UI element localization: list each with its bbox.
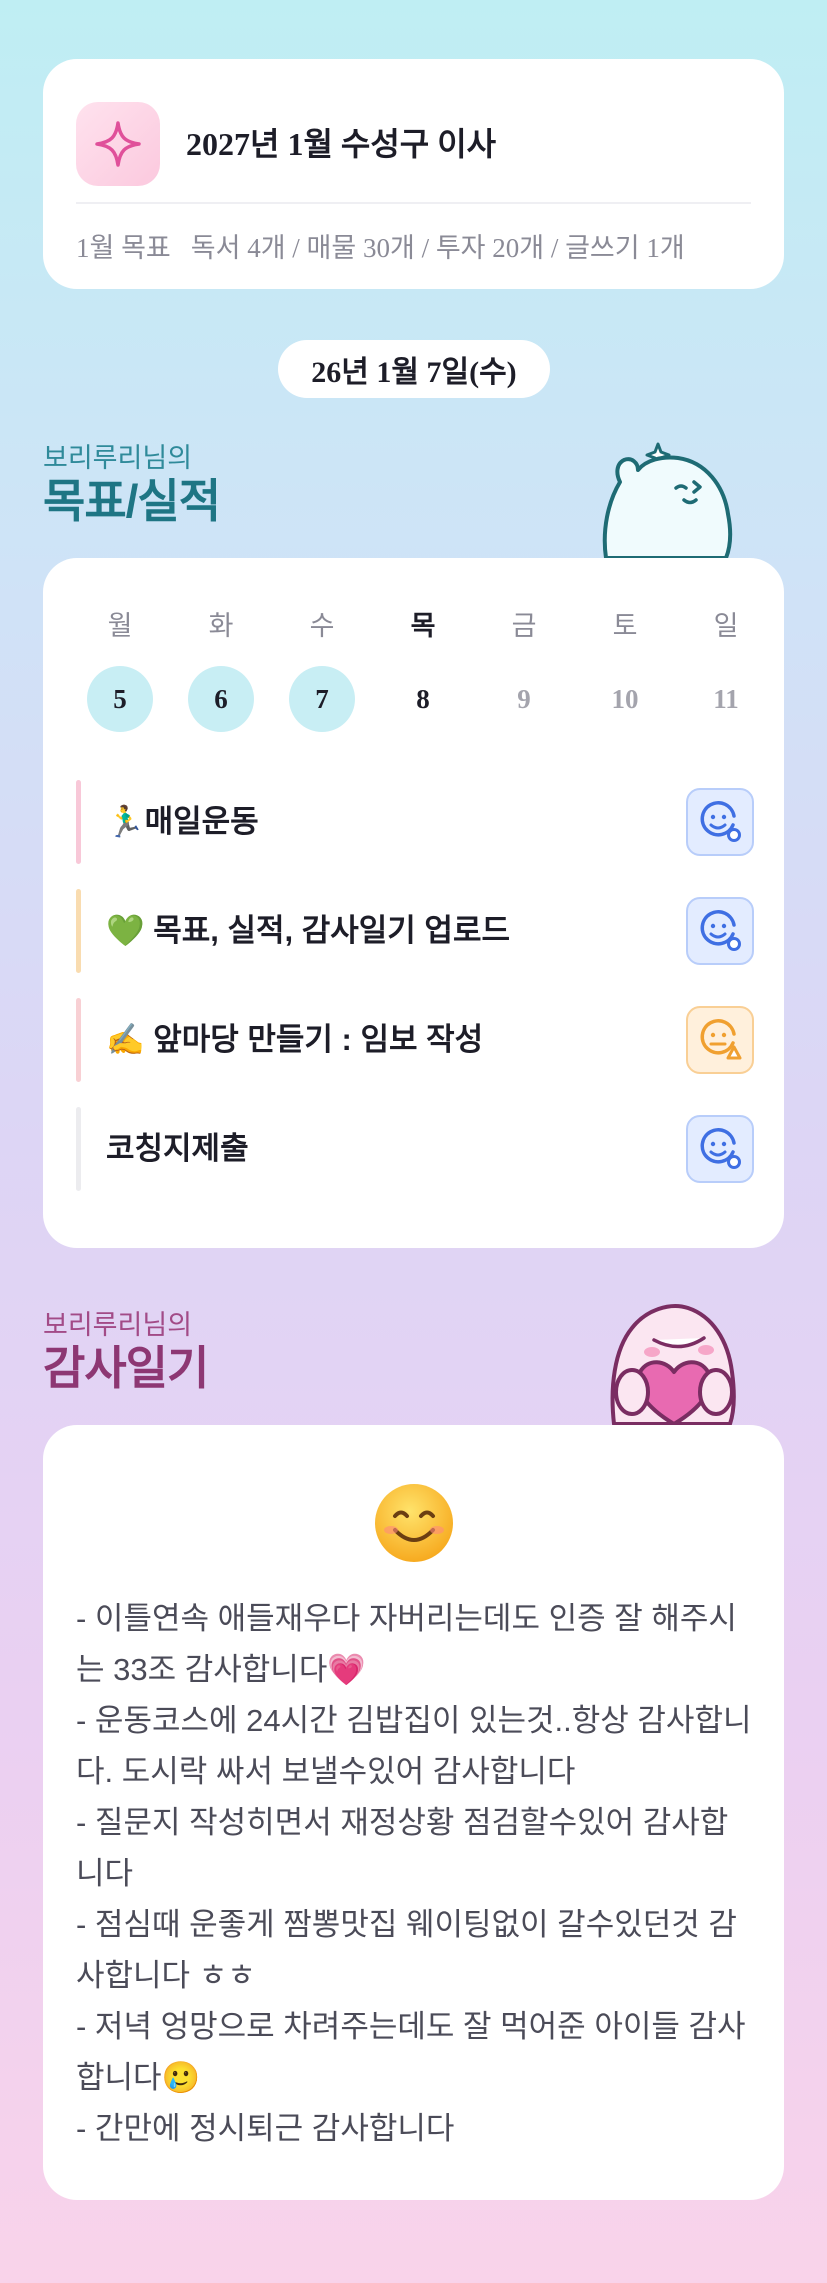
task-label: 🏃‍♂️매일운동 (106, 804, 259, 839)
task-color-bar (76, 1107, 81, 1191)
day-wed[interactable]: 수 7 (287, 608, 357, 732)
smile-check-icon[interactable] (686, 897, 754, 965)
day-number: 7 (289, 666, 355, 732)
day-name: 수 (309, 611, 335, 641)
gratitude-line: - 이틀연속 애들재우다 자버리는데도 인증 잘 해주시는 33조 감사합니다💗 (76, 1601, 737, 1687)
day-number: 5 (87, 666, 153, 732)
gratitude-line: - 간만에 정시퇴근 감사합니다 (76, 2111, 455, 2146)
day-name: 금 (511, 611, 537, 641)
gratitude-entries: - 이틀연속 애들재우다 자버리는데도 인증 잘 해주시는 33조 감사합니다💗… (76, 1593, 756, 2154)
day-sun[interactable]: 일 11 (691, 608, 761, 732)
monthly-goals-label: 1월 목표 (76, 233, 171, 263)
day-thu[interactable]: 목 8 (388, 608, 458, 732)
goals-section-title: 목표/실적 (43, 475, 221, 527)
divider (76, 202, 751, 204)
task-item[interactable]: 코칭지제출 (76, 1107, 754, 1191)
sparkle-icon (76, 102, 160, 186)
monthly-goals-text: 독서 4개 / 매물 30개 / 투자 20개 / 글쓰기 1개 (190, 233, 685, 263)
day-name: 화 (208, 611, 234, 641)
week-strip: 월 5 화 6 수 7 목 8 금 9 토 10 일 11 (43, 608, 784, 748)
date-selector[interactable]: 26년 1월 7일(수) (278, 340, 550, 398)
day-tue[interactable]: 화 6 (186, 608, 256, 732)
task-label: 코칭지제출 (106, 1131, 249, 1166)
day-number: 11 (713, 683, 739, 714)
gratitude-line: - 점심때 운좋게 짬뽕맛집 웨이팅없이 갈수있던것 감사합니다 ㅎㅎ (76, 1907, 737, 1993)
task-label: ✍️ 앞마당 만들기 : 임보 작성 (106, 1022, 484, 1057)
task-color-bar (76, 998, 81, 1082)
day-number: 10 (611, 683, 639, 714)
task-item[interactable]: 🏃‍♂️매일운동 (76, 780, 754, 864)
task-label: 💚 목표, 실적, 감사일기 업로드 (106, 913, 510, 948)
task-color-bar (76, 889, 81, 973)
day-name: 목 (410, 611, 436, 641)
day-mon[interactable]: 월 5 (85, 608, 155, 732)
page-title: 2027년 1월 수성구 이사 (186, 126, 497, 162)
smile-warning-icon[interactable] (686, 1006, 754, 1074)
gratitude-line: - 질문지 작성히면서 재정상황 점검할수있어 감사합니다 (76, 1805, 729, 1891)
waving-mascot-icon (602, 442, 733, 560)
day-number: 8 (416, 683, 430, 714)
day-fri[interactable]: 금 9 (489, 608, 559, 732)
goals-card: 월 5 화 6 수 7 목 8 금 9 토 10 일 11 🏃‍♂️매일운 (43, 558, 784, 1248)
gratitude-journal-card: - 이틀연속 애들재우다 자버리는데도 인증 잘 해주시는 33조 감사합니다💗… (43, 1425, 784, 2200)
day-sat[interactable]: 토 10 (590, 608, 660, 732)
heart-hugging-mascot-icon (610, 1304, 736, 1426)
task-color-bar (76, 780, 81, 864)
day-number: 6 (188, 666, 254, 732)
smiling-face-emoji-icon (375, 1484, 453, 1562)
day-name: 토 (612, 611, 638, 641)
task-item[interactable]: 💚 목표, 실적, 감사일기 업로드 (76, 889, 754, 973)
goal-header-card: 2027년 1월 수성구 이사 1월 목표 독서 4개 / 매물 30개 / 투자… (43, 59, 784, 289)
day-name: 월 (107, 611, 133, 641)
smile-check-icon[interactable] (686, 788, 754, 856)
gratitude-line: - 저녁 엉망으로 차려주는데도 잘 먹어준 아이들 감사합니다🥲 (76, 2009, 746, 2095)
task-item[interactable]: ✍️ 앞마당 만들기 : 임보 작성 (76, 998, 754, 1082)
smile-check-icon[interactable] (686, 1115, 754, 1183)
gratitude-line: - 운동코스에 24시간 김밥집이 있는것..항상 감사합니다. 도시락 싸서 … (76, 1703, 752, 1789)
day-name: 일 (713, 611, 739, 641)
monthly-goals: 1월 목표 독서 4개 / 매물 30개 / 투자 20개 / 글쓰기 1개 (76, 226, 685, 265)
thanks-section-title: 감사일기 (43, 1342, 209, 1394)
day-number: 9 (517, 683, 531, 714)
